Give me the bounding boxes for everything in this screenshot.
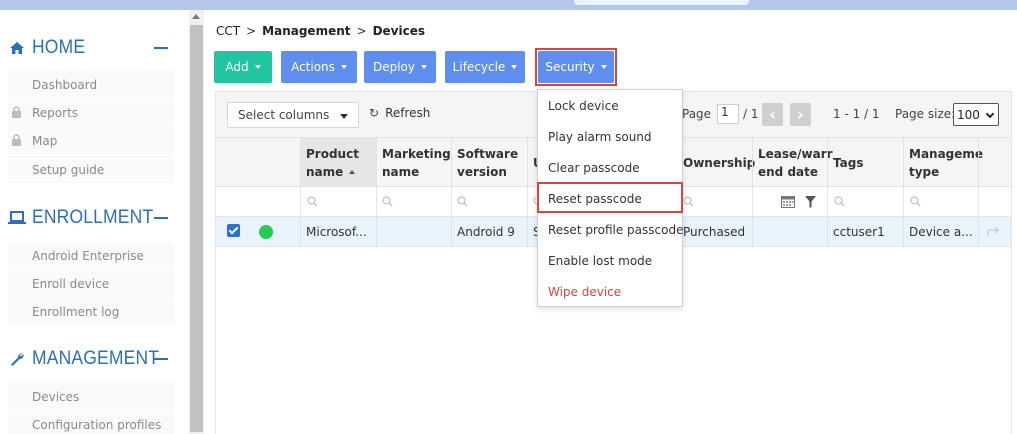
wrench-icon bbox=[6, 351, 28, 367]
caret-down-icon bbox=[254, 65, 261, 69]
sidebar-item-label: Android Enterprise bbox=[32, 248, 144, 263]
collapse-icon[interactable] bbox=[154, 47, 168, 49]
sidebar-header-enrollment[interactable]: ENROLLMENT bbox=[6, 206, 168, 230]
sidebar-item-setup-guide[interactable]: Setup guide bbox=[8, 156, 174, 183]
breadcrumb-separator: > bbox=[356, 24, 367, 38]
column-divider bbox=[300, 138, 301, 247]
column-divider bbox=[527, 138, 528, 247]
select-columns-dropdown[interactable]: Select columns bbox=[227, 102, 359, 128]
sidebar-header-home[interactable]: HOME bbox=[6, 36, 168, 60]
scrollbar-thumb[interactable] bbox=[190, 25, 203, 432]
add-button[interactable]: Add bbox=[214, 51, 272, 83]
menu-item-reset-profile-passcode[interactable]: Reset profile passcode bbox=[538, 214, 683, 245]
sidebar-item-enroll-device[interactable]: Enroll device bbox=[8, 270, 174, 297]
column-divider bbox=[978, 138, 979, 247]
sidebar-item-label: Dashboard bbox=[32, 77, 98, 92]
lifecycle-button-label: Lifecycle bbox=[452, 60, 506, 74]
pager-total-pages: / 1 bbox=[743, 107, 759, 121]
sidebar-header-management[interactable]: MANAGEMENT bbox=[6, 347, 170, 371]
chevron-down-icon bbox=[985, 109, 995, 119]
home-icon bbox=[6, 40, 28, 56]
actions-button-label: Actions bbox=[291, 60, 335, 74]
sidebar-header-label: MANAGEMENT bbox=[32, 348, 160, 369]
sidebar-item-label: Setup guide bbox=[32, 162, 105, 177]
sidebar-item-label: Enrollment log bbox=[32, 304, 120, 319]
reset-passcode-highlight bbox=[537, 182, 683, 213]
sidebar-item-devices[interactable]: Devices bbox=[8, 383, 174, 410]
refresh-icon: ↻ bbox=[369, 106, 380, 120]
menu-item-lock-device[interactable]: Lock device bbox=[538, 90, 682, 121]
caret-down-icon bbox=[340, 65, 347, 69]
sidebar-item-configuration-profiles[interactable]: Configuration profiles bbox=[8, 411, 174, 434]
sidebar-item-label: Configuration profiles bbox=[32, 417, 162, 432]
chevron-right-icon: › bbox=[797, 105, 804, 124]
column-divider bbox=[903, 138, 904, 247]
refresh-label: Refresh bbox=[385, 106, 431, 120]
caret-down-icon bbox=[511, 65, 518, 69]
breadcrumb-management[interactable]: Management bbox=[262, 24, 350, 38]
column-divider bbox=[752, 138, 753, 247]
collapse-icon[interactable] bbox=[154, 358, 168, 360]
sidebar-item-dashboard[interactable]: Dashboard bbox=[8, 71, 174, 98]
breadcrumb: CCT > Management > Devices bbox=[216, 24, 425, 38]
caret-down-icon bbox=[421, 65, 428, 69]
menu-item-enable-lost-mode[interactable]: Enable lost mode bbox=[538, 245, 682, 276]
top-bar-tab bbox=[574, 0, 749, 5]
breadcrumb-devices: Devices bbox=[372, 24, 425, 38]
deploy-button[interactable]: Deploy bbox=[364, 51, 436, 83]
menu-item-play-alarm-sound[interactable]: Play alarm sound bbox=[538, 121, 682, 152]
column-divider bbox=[376, 138, 377, 247]
refresh-button[interactable]: ↻ Refresh bbox=[369, 106, 430, 120]
sidebar-header-label: ENROLLMENT bbox=[32, 207, 154, 228]
sidebar: HOME Dashboard Reports Map Setup guide E… bbox=[0, 10, 188, 434]
laptop-icon bbox=[6, 210, 28, 226]
sidebar-header-label: HOME bbox=[32, 37, 86, 58]
collapse-icon[interactable] bbox=[154, 217, 168, 219]
lock-icon bbox=[12, 106, 21, 118]
sidebar-item-label: Devices bbox=[32, 389, 80, 404]
select-columns-label: Select columns bbox=[238, 108, 330, 122]
page-size-value: 100 bbox=[957, 107, 980, 122]
page-size-select[interactable]: 100 bbox=[953, 103, 999, 126]
page-number-input[interactable]: 1 bbox=[717, 104, 739, 124]
scroll-up-icon[interactable] bbox=[192, 14, 200, 19]
deploy-button-label: Deploy bbox=[372, 60, 416, 74]
menu-item-wipe-device[interactable]: Wipe device bbox=[538, 276, 682, 307]
column-divider bbox=[451, 138, 452, 247]
pager-page-label: Page bbox=[682, 107, 712, 121]
sidebar-item-label: Enroll device bbox=[32, 276, 110, 291]
sidebar-scrollbar[interactable] bbox=[189, 10, 204, 434]
sidebar-item-enrollment-log[interactable]: Enrollment log bbox=[8, 298, 174, 325]
pager-range: 1 - 1 / 1 bbox=[833, 107, 880, 121]
sidebar-item-android-enterprise[interactable]: Android Enterprise bbox=[8, 242, 174, 269]
previous-page-button[interactable]: ‹ bbox=[762, 103, 783, 126]
lock-icon bbox=[12, 134, 21, 146]
column-divider bbox=[827, 138, 828, 247]
sidebar-item-label: Reports bbox=[32, 105, 79, 120]
caret-down-icon bbox=[340, 114, 348, 119]
security-button-highlight bbox=[535, 48, 617, 86]
sidebar-item-label: Map bbox=[32, 133, 58, 148]
menu-item-clear-passcode[interactable]: Clear passcode bbox=[538, 152, 682, 183]
page-size-label: Page size: bbox=[895, 107, 956, 121]
sidebar-item-reports[interactable]: Reports bbox=[8, 99, 174, 126]
lifecycle-button[interactable]: Lifecycle bbox=[445, 51, 525, 83]
add-button-label: Add bbox=[225, 60, 249, 74]
breadcrumb-separator: > bbox=[246, 24, 257, 38]
next-page-button[interactable]: › bbox=[790, 103, 811, 126]
chevron-left-icon: ‹ bbox=[769, 105, 776, 124]
top-bar bbox=[0, 0, 1017, 10]
actions-button[interactable]: Actions bbox=[281, 51, 357, 83]
sidebar-item-map[interactable]: Map bbox=[8, 127, 174, 154]
breadcrumb-root[interactable]: CCT bbox=[216, 24, 240, 38]
